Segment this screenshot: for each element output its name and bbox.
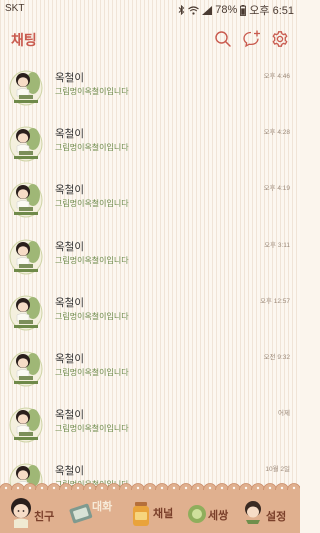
chat-name: 옥철이 xyxy=(55,240,84,253)
signal-icon xyxy=(202,5,213,15)
chat-preview: 그림멍이옥철이입니다 xyxy=(55,311,129,321)
search-icon[interactable] xyxy=(212,28,234,50)
chat-name: 옥철이 xyxy=(55,409,84,422)
avatar xyxy=(9,407,43,443)
channel-icon xyxy=(133,502,149,526)
chat-preview: 그림멍이옥철이입니다 xyxy=(55,143,129,153)
chat-preview: 그림멍이옥철이입니다 xyxy=(55,87,129,96)
chat-time: 10월 2일 xyxy=(265,466,290,474)
new-chat-icon[interactable] xyxy=(241,28,263,50)
gear-icon[interactable] xyxy=(269,28,291,50)
chat-list-item[interactable]: 옥철이그림멍이옥철이입니다 오후 3:11 xyxy=(0,229,300,286)
status-icons: 78% 오후 6:51 xyxy=(178,2,294,18)
tab-label: 설정 xyxy=(266,510,287,523)
chat-time: 어제 xyxy=(278,410,290,418)
tab-label: 대화 xyxy=(92,500,113,513)
status-bar: SKT 78% 오후 6:51 xyxy=(0,0,300,18)
chat-preview: 그림멍이옥철이입니다 xyxy=(55,255,129,265)
chat-list-item[interactable]: 옥철이그림멍이옥철이입니다 오후 4:28 xyxy=(0,116,300,173)
chat-time: 오후 12:57 xyxy=(259,297,290,305)
settings-icon xyxy=(245,501,261,524)
chat-time: 오후 4:28 xyxy=(263,129,290,137)
bluetooth-icon xyxy=(178,5,185,15)
chat-name: 옥철이 xyxy=(55,128,84,141)
chat-time: 오후 4:19 xyxy=(263,185,290,193)
chat-list-item[interactable]: 옥철이그림멍이옥철이입니다 오전 9:32 xyxy=(0,341,300,398)
page-title: 채팅 xyxy=(11,33,37,49)
chat-name: 옥철이 xyxy=(55,296,84,309)
more-icon xyxy=(188,505,206,523)
chat-preview: 그림멍이옥철이입니다 xyxy=(55,368,129,377)
chat-list-item[interactable]: 옥철이그림멍이옥철이입니다 오후 12:57 xyxy=(0,285,300,342)
carrier-label: SKT xyxy=(5,3,25,14)
avatar xyxy=(9,351,43,387)
tab-chats[interactable]: 대화 xyxy=(60,494,120,532)
battery-icon xyxy=(240,4,247,16)
chat-list-item[interactable]: 옥철이그림멍이옥철이입니다 오후 4:19 xyxy=(0,172,300,229)
avatar xyxy=(9,70,43,106)
avatar xyxy=(9,239,43,275)
chat-name: 옥철이 xyxy=(55,465,84,478)
app-header: 채팅 xyxy=(0,18,300,60)
app-screen: SKT 78% 오후 6:51 채팅 옥철이 그림멍이옥철이입니다 오후 4:4… xyxy=(0,0,300,533)
tab-label: 채널 xyxy=(153,507,174,520)
chat-time: 오전 9:32 xyxy=(263,354,290,361)
friends-icon xyxy=(11,498,31,528)
wifi-icon xyxy=(188,5,200,15)
clock: 오후 6:51 xyxy=(249,5,294,17)
chat-time: 오후 3:11 xyxy=(264,241,290,249)
chat-preview: 그림멍이옥철이입니다 xyxy=(55,199,129,209)
chat-preview: 그림멍이옥철이입니다 xyxy=(55,424,129,434)
tab-friends[interactable]: 친구 xyxy=(0,494,60,532)
chat-icon xyxy=(69,503,93,524)
avatar xyxy=(9,182,43,218)
battery-percent: 78% xyxy=(215,4,238,16)
tab-more[interactable]: 세쌍 xyxy=(180,494,240,532)
tab-label: 친구 xyxy=(34,510,55,523)
chat-list: 옥철이 그림멍이옥철이입니다 오후 4:46 옥철이 그림멍이옥철이입니다 오후 4:28… xyxy=(0,60,300,499)
chat-name: 옥철이 xyxy=(55,184,84,197)
tab-settings[interactable]: 설정 xyxy=(240,494,300,532)
chat-list-item[interactable]: 옥철이그림멍이옥철이입니다 오후 4:46 xyxy=(0,60,300,117)
chat-name: 옥철이 xyxy=(55,353,84,365)
tab-label: 세쌍 xyxy=(208,509,229,522)
chat-time: 오후 4:46 xyxy=(263,73,290,80)
chat-name: 옥철이 xyxy=(55,72,84,84)
avatar xyxy=(9,126,43,162)
avatar xyxy=(9,295,43,331)
chat-list-item[interactable]: 옥철이그림멍이옥철이입니다 어제 xyxy=(0,397,300,454)
tab-channel[interactable]: 채널 xyxy=(120,494,180,532)
